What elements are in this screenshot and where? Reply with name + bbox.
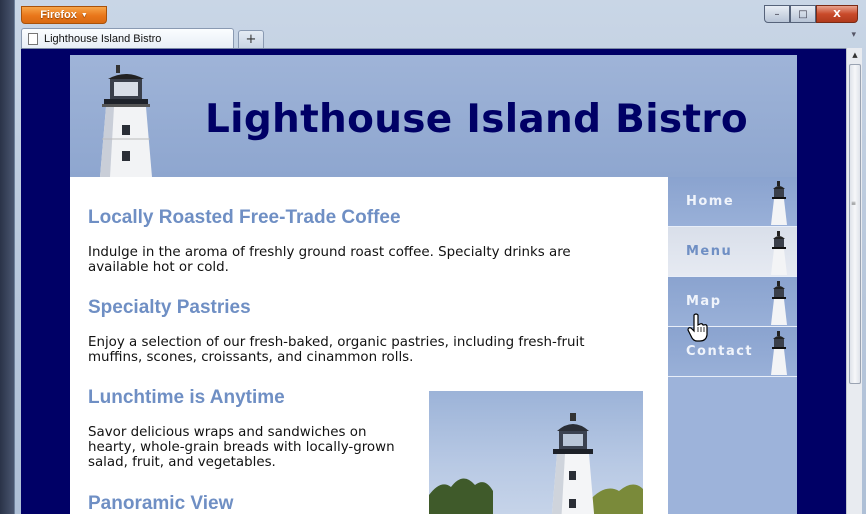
section-text: Savor delicious wraps and sandwiches on …: [88, 425, 395, 470]
browser-window: Firefox ▼ – □ X Lighthouse Island Bistro…: [14, 0, 866, 514]
lighthouse-photo: [429, 391, 643, 514]
section-coffee: Locally Roasted Free-Trade Coffee Indulg…: [88, 207, 608, 293]
site-header: Lighthouse Island Bistro: [70, 55, 797, 177]
new-tab-button[interactable]: +: [238, 30, 264, 48]
nav-label: Menu: [686, 244, 733, 259]
maximize-button[interactable]: □: [790, 5, 816, 23]
lighthouse-icon: [771, 281, 787, 325]
firefox-menu-button[interactable]: Firefox ▼: [21, 6, 107, 24]
lighthouse-icon: [100, 65, 152, 177]
page-viewport: Lighthouse Island Bistro Locally Roasted…: [21, 48, 847, 514]
section-heading: Lunchtime is Anytime: [88, 387, 285, 408]
section-panoramic: Panoramic View: [88, 493, 233, 514]
nav-label: Home: [686, 194, 735, 209]
lighthouse-icon: [771, 331, 787, 375]
desktop-edge: [0, 0, 14, 514]
section-heading: Locally Roasted Free-Trade Coffee: [88, 207, 401, 228]
hand-cursor-icon: [687, 313, 708, 342]
list-all-tabs-icon[interactable]: ▾: [851, 30, 856, 40]
nav-item-home[interactable]: Home: [668, 177, 797, 227]
close-button[interactable]: X: [816, 5, 858, 23]
document-icon: [28, 32, 38, 45]
lighthouse-icon: [771, 181, 787, 225]
chevron-down-icon: ▼: [80, 11, 88, 19]
web-page: Lighthouse Island Bistro Locally Roasted…: [70, 55, 797, 514]
section-heading: Panoramic View: [88, 493, 234, 514]
section-text: Enjoy a selection of our fresh-baked, or…: [88, 335, 585, 365]
tab-bar: Lighthouse Island Bistro +: [21, 26, 264, 48]
nav-item-menu[interactable]: Menu: [668, 227, 797, 277]
nav-label: Contact: [686, 344, 754, 359]
section-heading: Specialty Pastries: [88, 297, 251, 318]
tab-lighthouse-island-bistro[interactable]: Lighthouse Island Bistro: [21, 28, 234, 48]
tab-title: Lighthouse Island Bistro: [44, 32, 162, 45]
firefox-menu-label: Firefox: [40, 9, 77, 21]
vertical-scrollbar[interactable]: ▲ ≡: [846, 48, 862, 514]
window-controls: – □ X: [764, 5, 858, 23]
lighthouse-icon: [771, 231, 787, 275]
side-navigation: Home Menu Map Contact: [668, 177, 797, 514]
lighthouse-photo-image: [429, 413, 643, 514]
nav-label: Map: [686, 294, 722, 309]
scrollbar-thumb[interactable]: [849, 64, 861, 384]
minimize-button[interactable]: –: [764, 5, 790, 23]
scroll-up-icon[interactable]: ▲: [847, 48, 863, 62]
section-text: Indulge in the aroma of freshly ground r…: [88, 245, 571, 275]
section-pastries: Specialty Pastries Enjoy a selection of …: [88, 297, 628, 383]
site-title: Lighthouse Island Bistro: [205, 97, 748, 142]
grip-icon: ≡: [851, 200, 857, 207]
section-lunchtime: Lunchtime is Anytime Savor delicious wra…: [88, 387, 418, 488]
